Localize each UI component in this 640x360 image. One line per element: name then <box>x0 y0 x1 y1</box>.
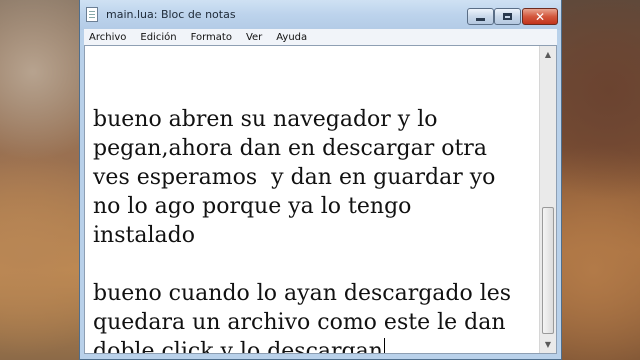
notepad-window: main.lua: Bloc de notas ✕ Archivo Edició… <box>79 0 562 360</box>
maximize-button[interactable] <box>494 8 521 25</box>
editor-line: doble click y lo descargan <box>93 339 383 354</box>
scroll-down-icon[interactable]: ▼ <box>540 336 556 353</box>
editor-line: bueno abren su navegador y lo <box>93 107 438 132</box>
desktop-background-right <box>562 0 640 360</box>
text-editor[interactable]: bueno abren su navegador y lo pegan,ahora… <box>84 45 557 354</box>
menu-ayuda[interactable]: Ayuda <box>271 32 312 43</box>
scroll-up-icon[interactable]: ▲ <box>540 46 556 63</box>
editor-line: pegan,ahora dan en descargar otra <box>93 136 487 161</box>
menu-ver[interactable]: Ver <box>241 32 267 43</box>
editor-line-last: doble click y lo descargan <box>93 337 533 354</box>
close-icon: ✕ <box>534 9 546 24</box>
maximize-icon <box>503 13 512 20</box>
notepad-icon <box>86 7 98 22</box>
minimize-icon <box>476 18 485 21</box>
close-button[interactable]: ✕ <box>522 8 558 25</box>
title-bar[interactable]: main.lua: Bloc de notas ✕ <box>80 0 561 30</box>
editor-line: no lo ago porque ya lo tengo <box>93 194 412 219</box>
menu-formato[interactable]: Formato <box>186 32 237 43</box>
text-caret <box>383 338 385 353</box>
desktop-background-left <box>0 0 82 360</box>
editor-line: instalado <box>93 223 195 248</box>
editor-line: quedara un archivo como este le dan <box>93 310 506 335</box>
menu-edicion[interactable]: Edición <box>135 32 181 43</box>
menu-bar: Archivo Edición Formato Ver Ayuda <box>84 29 557 46</box>
vertical-scrollbar[interactable]: ▲ ▼ <box>539 46 556 353</box>
menu-archivo[interactable]: Archivo <box>84 32 131 43</box>
editor-line: ves esperamos y dan en guardar yo <box>93 165 496 190</box>
window-title: main.lua: Bloc de notas <box>106 8 236 21</box>
editor-text[interactable]: bueno abren su navegador y lo pegan,ahora… <box>93 76 533 354</box>
editor-line: bueno cuando lo ayan descargado les <box>93 281 512 306</box>
scrollbar-thumb[interactable] <box>542 207 554 334</box>
minimize-button[interactable] <box>467 8 494 25</box>
